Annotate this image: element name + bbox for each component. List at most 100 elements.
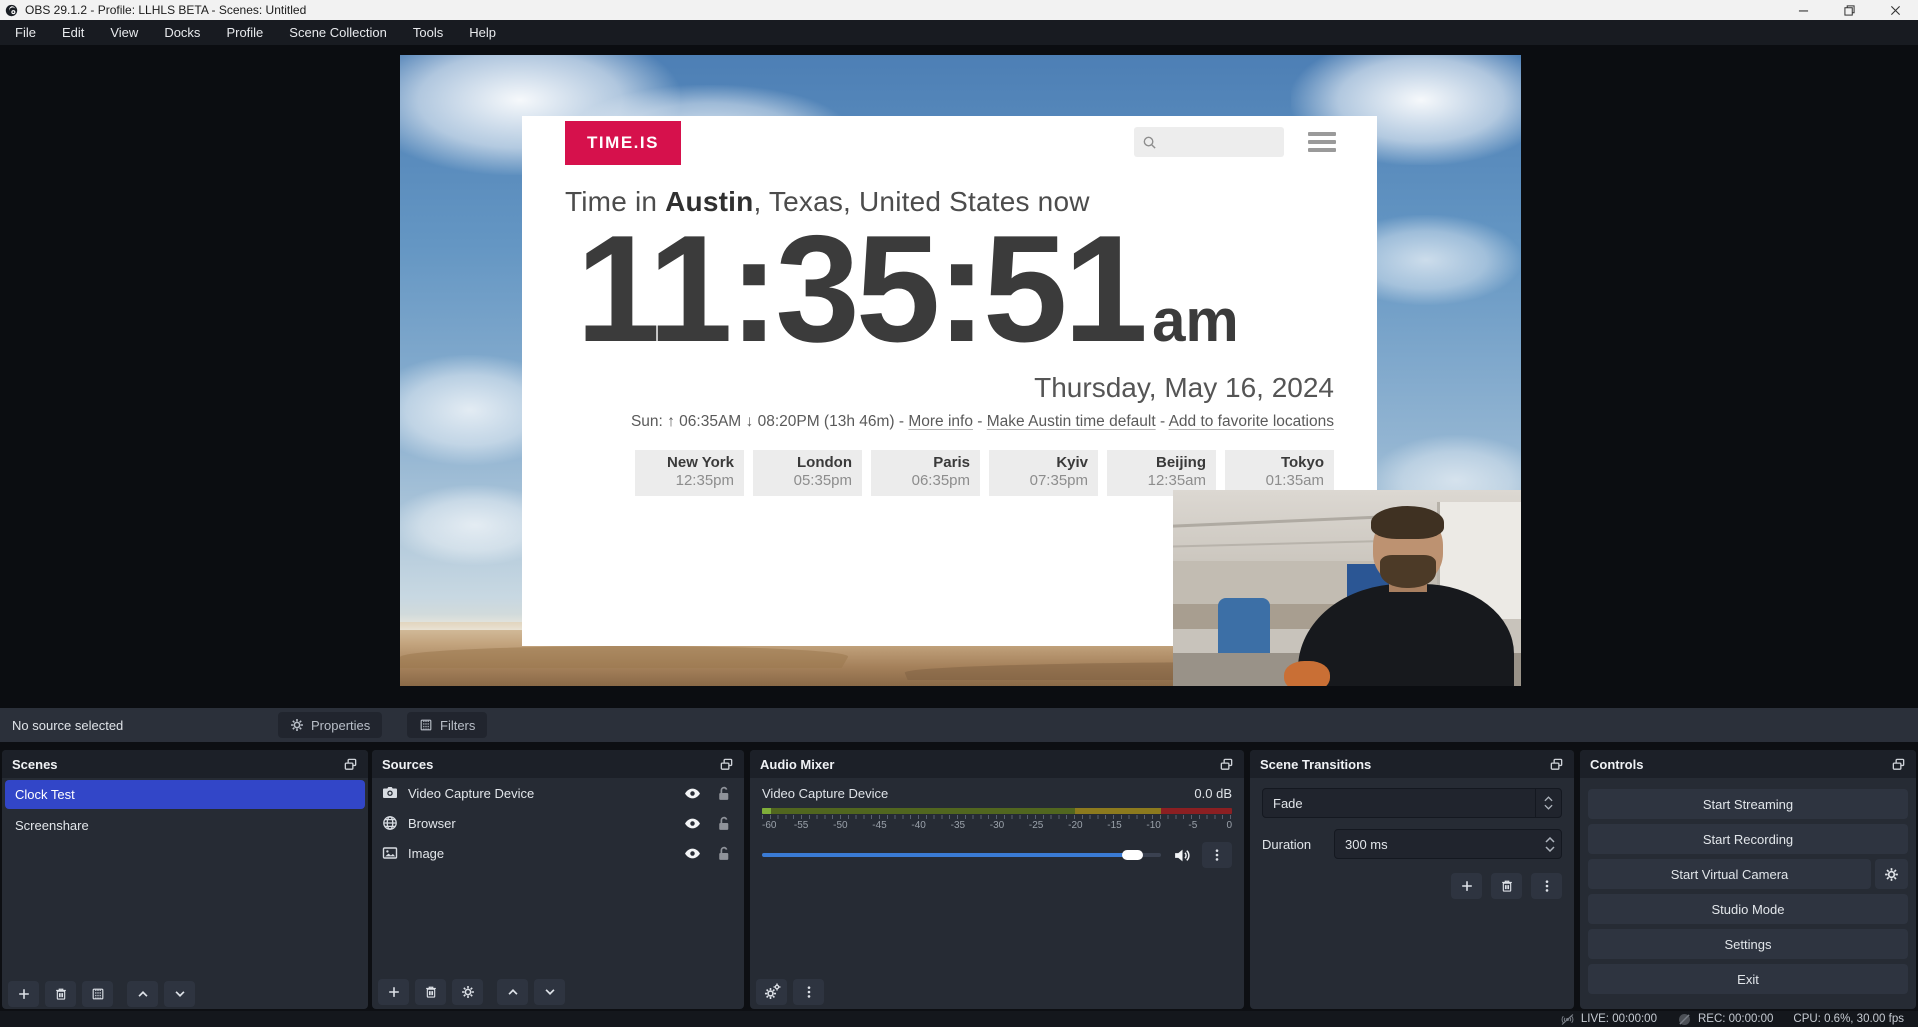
dock-popout-icon[interactable]	[343, 757, 358, 772]
source-label: Image	[408, 846, 674, 861]
kebab-icon	[1210, 848, 1224, 862]
menu-edit[interactable]: Edit	[49, 20, 97, 45]
minimize-button[interactable]	[1780, 0, 1826, 20]
add-source-button[interactable]	[378, 979, 409, 1005]
city-box: New York12:35pm	[635, 450, 744, 496]
source-status-text: No source selected	[12, 718, 123, 733]
move-source-up-button[interactable]	[497, 979, 528, 1005]
source-row-image[interactable]: Image	[372, 838, 744, 868]
visibility-eye-icon[interactable]	[684, 815, 701, 832]
kebab-icon	[802, 985, 816, 999]
visibility-eye-icon[interactable]	[684, 845, 701, 862]
city-box: Kyiv07:35pm	[989, 450, 1098, 496]
advanced-audio-button[interactable]	[756, 979, 787, 1005]
meter-scale: -60 -55 -50 -45 -40 -35 -30 -25 -20 -15 …	[762, 820, 1232, 833]
dock-popout-icon[interactable]	[719, 757, 734, 772]
camera-icon	[382, 785, 398, 801]
scene-item-clock-test[interactable]: Clock Test	[5, 780, 365, 809]
transition-properties-button[interactable]	[1531, 873, 1562, 899]
sun-times: Sun: ↑ 06:35AM ↓ 08:20PM (13h 46m) -	[631, 413, 908, 430]
move-source-down-button[interactable]	[534, 979, 565, 1005]
transition-select[interactable]: Fade	[1262, 788, 1562, 818]
transition-selected-value: Fade	[1273, 796, 1303, 811]
lock-icon[interactable]	[715, 785, 732, 802]
add-transition-button[interactable]	[1451, 873, 1482, 899]
sources-toolbar	[378, 979, 565, 1005]
spin-up-icon[interactable]	[1545, 837, 1555, 843]
visibility-eye-icon[interactable]	[684, 785, 701, 802]
chevron-up-icon	[506, 985, 520, 999]
source-row-video-capture[interactable]: Video Capture Device	[372, 778, 744, 808]
lock-icon[interactable]	[715, 845, 732, 862]
webcam-overlay[interactable]	[1173, 490, 1521, 686]
dock-popout-icon[interactable]	[1549, 757, 1564, 772]
menu-docks[interactable]: Docks	[151, 20, 213, 45]
favorites-link: Add to favorite locations	[1169, 413, 1334, 430]
sources-panel-header: Sources	[372, 750, 744, 778]
image-icon	[382, 845, 398, 861]
preview-canvas[interactable]: TIME.IS Time in Austin, Texas, United St…	[400, 55, 1521, 686]
menu-view[interactable]: View	[97, 20, 151, 45]
clock-ampm: am	[1152, 287, 1239, 354]
make-default-link: Make Austin time default	[987, 413, 1156, 430]
record-inactive-icon	[1677, 1013, 1692, 1026]
source-properties-button[interactable]	[452, 979, 483, 1005]
timeis-search-box	[1134, 127, 1284, 157]
start-recording-button[interactable]: Start Recording	[1588, 824, 1908, 854]
source-label: Browser	[408, 816, 674, 831]
remove-source-button[interactable]	[415, 979, 446, 1005]
audio-mixer-panel: Audio Mixer Video Capture Device 0.0 dB …	[750, 750, 1244, 1009]
transitions-header: Scene Transitions	[1250, 750, 1574, 778]
controls-title: Controls	[1590, 757, 1643, 772]
lock-icon[interactable]	[715, 815, 732, 832]
dock-popout-icon[interactable]	[1891, 757, 1906, 772]
menu-profile[interactable]: Profile	[213, 20, 276, 45]
sun-info-line: Sun: ↑ 06:35AM ↓ 08:20PM (13h 46m) - Mor…	[631, 413, 1334, 431]
menu-help[interactable]: Help	[456, 20, 509, 45]
duration-spinbox[interactable]: 300 ms	[1334, 829, 1562, 859]
move-scene-down-button[interactable]	[164, 981, 195, 1007]
volume-meter	[762, 808, 1232, 814]
chevron-down-icon	[173, 987, 187, 1001]
remove-scene-button[interactable]	[45, 981, 76, 1007]
plus-icon	[387, 985, 401, 999]
properties-button[interactable]: Properties	[278, 712, 382, 738]
dock-popout-icon[interactable]	[1219, 757, 1234, 772]
start-virtual-camera-button[interactable]: Start Virtual Camera	[1588, 859, 1871, 889]
menu-scene-collection[interactable]: Scene Collection	[276, 20, 400, 45]
mixer-channel-name: Video Capture Device	[762, 786, 888, 801]
scene-filters-button[interactable]	[82, 981, 113, 1007]
scene-item-screenshare[interactable]: Screenshare	[5, 811, 365, 840]
start-streaming-button[interactable]: Start Streaming	[1588, 789, 1908, 819]
spin-down-icon[interactable]	[1545, 846, 1555, 852]
scenes-panel-header: Scenes	[2, 750, 368, 778]
mixer-menu-button[interactable]	[793, 979, 824, 1005]
properties-label: Properties	[311, 718, 370, 733]
remove-transition-button[interactable]	[1491, 873, 1522, 899]
sources-panel: Sources Video Capture Device Browser Ima…	[372, 750, 744, 1009]
volume-slider-handle[interactable]	[1122, 850, 1143, 860]
city-box: London05:35pm	[753, 450, 862, 496]
menu-file[interactable]: File	[2, 20, 49, 45]
speaker-mute-icon[interactable]	[1173, 847, 1192, 864]
source-row-browser[interactable]: Browser	[372, 808, 744, 838]
move-scene-up-button[interactable]	[127, 981, 158, 1007]
meter-tick-marks	[762, 815, 1232, 819]
controls-panel: Controls Start Streaming Start Recording…	[1580, 750, 1916, 1009]
add-scene-button[interactable]	[8, 981, 39, 1007]
studio-mode-button[interactable]: Studio Mode	[1588, 894, 1908, 924]
filters-button[interactable]: Filters	[407, 712, 487, 738]
scenes-toolbar	[8, 981, 195, 1007]
virtual-camera-config-button[interactable]	[1875, 859, 1908, 889]
settings-button[interactable]: Settings	[1588, 929, 1908, 959]
obs-logo-icon	[5, 4, 18, 17]
current-date: Thursday, May 16, 2024	[1034, 372, 1334, 404]
search-icon	[1142, 135, 1157, 150]
restore-button[interactable]	[1826, 0, 1872, 20]
volume-slider[interactable]	[762, 849, 1161, 861]
close-button[interactable]	[1872, 0, 1918, 20]
mixer-options-button[interactable]	[1202, 842, 1232, 868]
menu-tools[interactable]: Tools	[400, 20, 456, 45]
mixer-toolbar	[756, 979, 824, 1005]
exit-button[interactable]: Exit	[1588, 964, 1908, 994]
